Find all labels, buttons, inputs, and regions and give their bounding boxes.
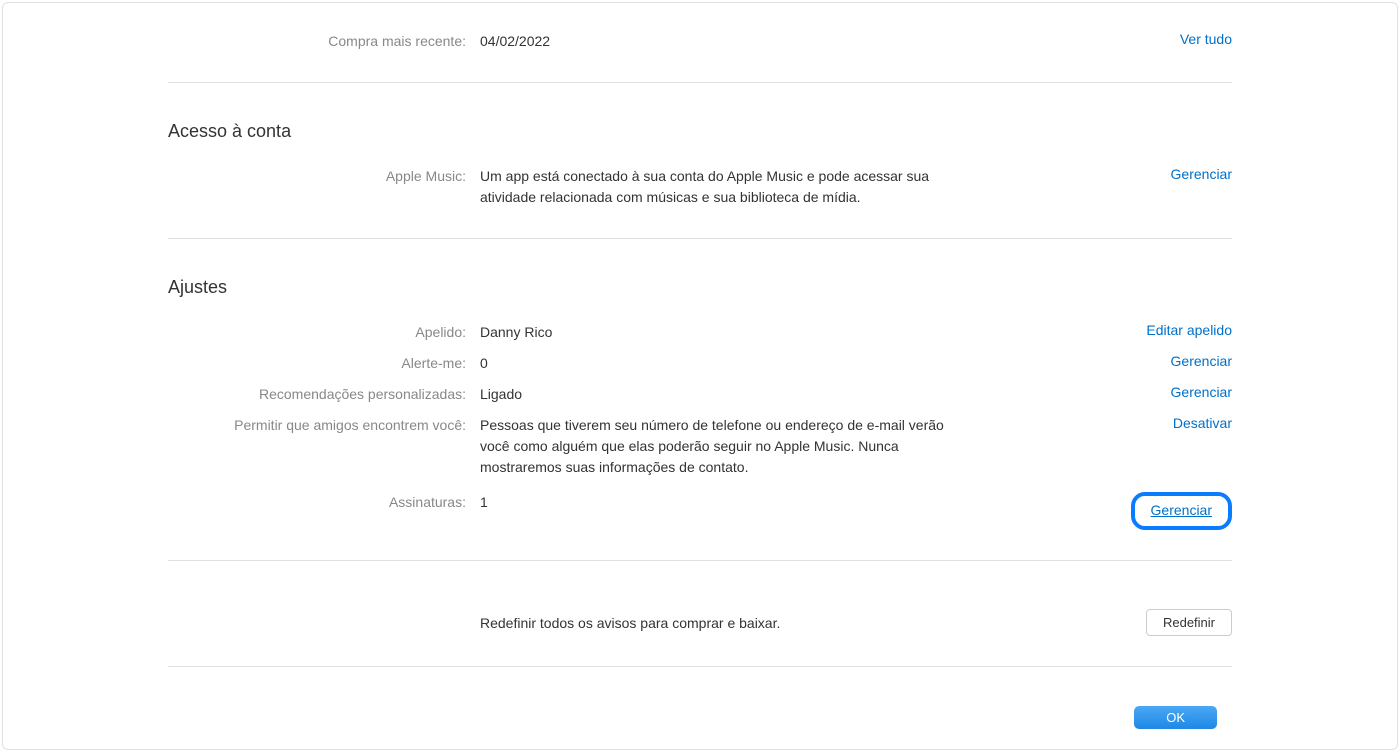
alert-me-row: Alerte-me: 0 Gerenciar [168, 353, 1232, 374]
allow-friends-label: Permitir que amigos encontrem você: [168, 415, 480, 436]
allow-friends-description: Pessoas que tiverem seu número de telefo… [480, 415, 960, 478]
subscriptions-value: 1 [480, 492, 960, 513]
apple-music-row: Apple Music: Um app está conectado à sua… [168, 166, 1232, 208]
ok-button[interactable]: OK [1134, 706, 1217, 729]
alert-me-manage-link[interactable]: Gerenciar [1171, 353, 1232, 369]
recommendations-manage-link[interactable]: Gerenciar [1171, 384, 1232, 400]
recent-purchase-value: 04/02/2022 [480, 31, 960, 52]
alert-me-value: 0 [480, 353, 960, 374]
divider [168, 560, 1232, 561]
subscriptions-highlight: Gerenciar [1131, 492, 1232, 530]
subscriptions-manage-link[interactable]: Gerenciar [1151, 502, 1212, 518]
recommendations-label: Recomendações personalizadas: [168, 384, 480, 405]
apple-music-label: Apple Music: [168, 166, 480, 187]
content-wrapper: Compra mais recente: 04/02/2022 Ver tudo… [3, 3, 1397, 667]
settings-window: Compra mais recente: 04/02/2022 Ver tudo… [2, 2, 1398, 750]
allow-friends-disable-link[interactable]: Desativar [1173, 415, 1232, 431]
recent-purchase-label: Compra mais recente: [168, 31, 480, 52]
allow-friends-row: Permitir que amigos encontrem você: Pess… [168, 415, 1232, 478]
reset-text: Redefinir todos os avisos para comprar e… [480, 615, 1146, 631]
divider [168, 238, 1232, 239]
divider [168, 666, 1232, 667]
account-access-title: Acesso à conta [168, 121, 1232, 142]
recommendations-value: Ligado [480, 384, 960, 405]
nickname-row: Apelido: Danny Rico Editar apelido [168, 322, 1232, 343]
subscriptions-row: Assinaturas: 1 Gerenciar [168, 492, 1232, 530]
apple-music-manage-link[interactable]: Gerenciar [1171, 166, 1232, 182]
recent-purchase-row: Compra mais recente: 04/02/2022 Ver tudo [168, 31, 1232, 52]
divider [168, 82, 1232, 83]
settings-title: Ajustes [168, 277, 1232, 298]
reset-button[interactable]: Redefinir [1146, 609, 1232, 636]
subscriptions-label: Assinaturas: [168, 492, 480, 513]
nickname-label: Apelido: [168, 322, 480, 343]
view-all-link[interactable]: Ver tudo [1180, 31, 1232, 47]
reset-row: Redefinir todos os avisos para comprar e… [168, 609, 1232, 636]
apple-music-description: Um app está conectado à sua conta do App… [480, 166, 960, 208]
footer: OK [1134, 706, 1217, 729]
alert-me-label: Alerte-me: [168, 353, 480, 374]
nickname-value: Danny Rico [480, 322, 960, 343]
recommendations-row: Recomendações personalizadas: Ligado Ger… [168, 384, 1232, 405]
edit-nickname-link[interactable]: Editar apelido [1146, 322, 1232, 338]
